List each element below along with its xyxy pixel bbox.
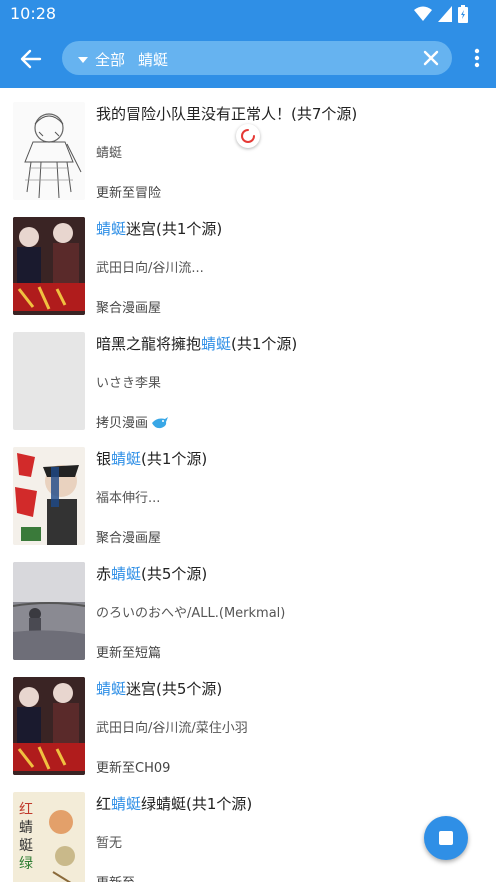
cover-image bbox=[13, 102, 85, 200]
more-options-icon[interactable] bbox=[474, 48, 480, 68]
svg-text:蜓: 蜓 bbox=[19, 838, 33, 854]
clear-icon[interactable] bbox=[422, 49, 440, 67]
svg-text:红: 红 bbox=[19, 802, 33, 818]
item-title: 银蜻蜓(共1个源) bbox=[96, 450, 208, 468]
cover-image bbox=[13, 677, 85, 775]
status-bar: 10:28 bbox=[0, 0, 496, 28]
item-author: 蜻蜓 bbox=[96, 146, 123, 161]
stop-button[interactable] bbox=[424, 816, 468, 860]
scope-label: 全部 bbox=[95, 51, 126, 69]
cover-image bbox=[13, 562, 85, 660]
copy-manga-icon bbox=[152, 417, 169, 429]
svg-text:蜻: 蜻 bbox=[19, 820, 33, 836]
stop-icon bbox=[439, 831, 453, 845]
search-query[interactable]: 蜻蜓 bbox=[138, 49, 168, 70]
scope-dropdown[interactable]: 全部 bbox=[78, 49, 125, 70]
item-update: 更新至… bbox=[96, 872, 148, 882]
item-update: 更新至冒险 bbox=[96, 186, 162, 201]
item-update: 聚合漫画屋 bbox=[96, 301, 162, 316]
results-list: 我的冒险小队里没有正常人！(共7个源) 蜻蜓 更新至冒险 蜻蜓迷宫(共1个源) … bbox=[0, 88, 496, 882]
app-bar: 全部 蜻蜓 bbox=[0, 28, 496, 88]
cover-image bbox=[13, 332, 85, 430]
item-author: いさき李果 bbox=[96, 376, 162, 391]
cover-image: 红 蜻 蜓 绿 bbox=[13, 792, 85, 882]
list-item[interactable]: 赤蜻蜓(共5个源) のろいのおへや/ALL.(Merkmal) 更新至短篇 bbox=[0, 548, 496, 663]
item-update: 更新至短篇 bbox=[96, 646, 162, 661]
search-box[interactable]: 全部 蜻蜓 bbox=[62, 41, 452, 75]
item-author: 福本伸行... bbox=[96, 491, 161, 506]
list-item[interactable]: 蜻蜓迷宫(共1个源) 武田日向/谷川流... 聚合漫画屋 bbox=[0, 203, 496, 318]
wifi-icon bbox=[414, 6, 432, 21]
item-author: 武田日向/谷川流/菜住小羽 bbox=[96, 721, 248, 736]
list-item[interactable]: 红 蜻 蜓 绿 红蜻蜓绿蜻蜓(共1个源) 暂无 更新至… bbox=[0, 778, 496, 882]
battery-icon bbox=[458, 5, 468, 23]
loading-spinner-icon bbox=[236, 124, 260, 148]
back-arrow-icon[interactable] bbox=[18, 46, 44, 72]
dropdown-caret-icon bbox=[78, 56, 88, 63]
cover-image bbox=[13, 217, 85, 315]
item-title: 赤蜻蜓(共5个源) bbox=[96, 565, 208, 583]
signal-icon bbox=[438, 6, 452, 22]
status-icons bbox=[414, 5, 468, 23]
item-update: 更新至CH09 bbox=[96, 761, 171, 776]
item-title: 我的冒险小队里没有正常人！(共7个源) bbox=[96, 105, 358, 123]
item-title: 蜻蜓迷宫(共1个源) bbox=[96, 220, 223, 238]
list-item[interactable]: 蜻蜓迷宫(共5个源) 武田日向/谷川流/菜住小羽 更新至CH09 bbox=[0, 663, 496, 778]
item-author: 武田日向/谷川流... bbox=[96, 261, 204, 276]
item-author: のろいのおへや/ALL.(Merkmal) bbox=[96, 606, 286, 621]
status-time: 10:28 bbox=[10, 4, 57, 23]
list-item[interactable]: 银蜻蜓(共1个源) 福本伸行... 聚合漫画屋 bbox=[0, 433, 496, 548]
item-author: 暂无 bbox=[96, 836, 123, 851]
item-title: 暗黑之龍将擁抱蜻蜓(共1个源) bbox=[96, 335, 298, 353]
item-update: 拷贝漫画 bbox=[96, 412, 169, 431]
item-title: 红蜻蜓绿蜻蜓(共1个源) bbox=[96, 795, 253, 813]
cover-image bbox=[13, 447, 85, 545]
item-update: 聚合漫画屋 bbox=[96, 531, 162, 546]
item-title: 蜻蜓迷宫(共5个源) bbox=[96, 680, 223, 698]
svg-text:绿: 绿 bbox=[19, 856, 33, 872]
list-item[interactable]: 暗黑之龍将擁抱蜻蜓(共1个源) いさき李果 拷贝漫画 bbox=[0, 318, 496, 433]
